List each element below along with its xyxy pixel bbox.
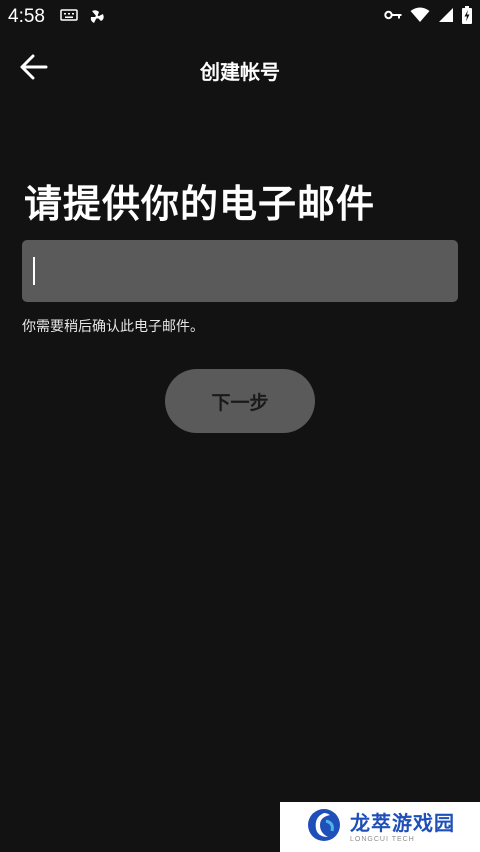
watermark: 龙萃游戏园 LONGCUI TECH	[280, 802, 480, 852]
email-field[interactable]	[22, 240, 458, 302]
wifi-icon	[410, 7, 430, 23]
status-left-icons	[60, 8, 106, 26]
app-bar: 创建帐号	[0, 40, 480, 98]
email-field-container[interactable]	[22, 240, 458, 302]
status-time: 4:58	[8, 6, 45, 27]
next-button[interactable]: 下一步	[165, 369, 315, 433]
vpn-key-icon	[384, 9, 402, 21]
fan-icon	[88, 8, 106, 26]
watermark-text: 龙萃游戏园	[350, 810, 455, 835]
watermark-text-wrap: 龙萃游戏园 LONGCUI TECH	[350, 812, 455, 843]
email-hint: 你需要稍后确认此电子邮件。	[22, 319, 204, 335]
page-title: 创建帐号	[200, 60, 280, 84]
status-right-icons	[384, 6, 472, 24]
screen: 4:58 创建帐号 请提供你的电子邮件 你需要稍后确认此电子邮件。 下一步 龙萃…	[0, 0, 480, 852]
text-cursor	[33, 257, 35, 285]
watermark-subtext: LONGCUI TECH	[350, 835, 415, 843]
status-bar: 4:58	[0, 0, 480, 34]
battery-charging-icon	[462, 6, 472, 24]
signal-icon	[438, 7, 454, 23]
email-heading: 请提供你的电子邮件	[24, 182, 376, 226]
keyboard-icon	[60, 8, 78, 26]
watermark-logo	[306, 807, 342, 847]
